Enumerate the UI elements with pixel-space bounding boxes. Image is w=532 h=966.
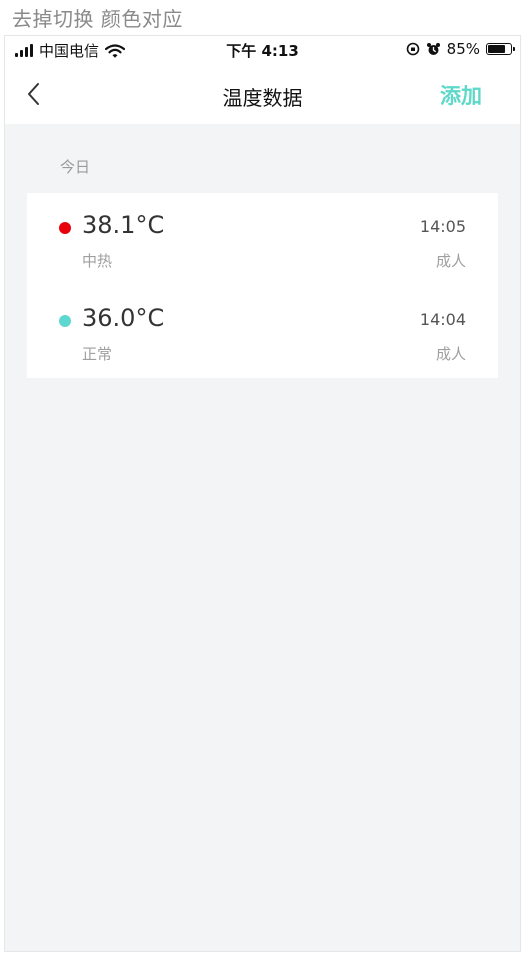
section-label-today: 今日 (60, 158, 91, 176)
record-item[interactable]: 36.0°C 14:04 正常 成人 (27, 286, 498, 376)
status-right: 85% (406, 40, 515, 58)
profile-type: 成人 (435, 345, 466, 363)
navigation-bar: 温度数据 添加 (5, 64, 520, 124)
record-time: 14:05 (419, 217, 466, 236)
status-dot (59, 222, 71, 234)
temperature-status: 正常 (82, 345, 113, 363)
battery-percent: 85% (446, 40, 480, 58)
records-card: 38.1°C 14:05 中热 成人 36.0°C 14:04 正常 成人 (27, 193, 498, 378)
alarm-icon (426, 42, 440, 55)
add-button[interactable]: 添加 (440, 80, 482, 110)
record-item[interactable]: 38.1°C 14:05 中热 成人 (27, 193, 498, 283)
temperature-status: 中热 (82, 252, 113, 270)
phone-screen: 中国电信 下午 4:13 85% 温度数据 添加 今日 38.1°C 14:05… (5, 36, 520, 951)
battery-icon (486, 43, 515, 55)
battery-level (488, 45, 505, 53)
temperature-value: 38.1°C (82, 211, 165, 239)
record-time: 14:04 (419, 310, 466, 329)
orientation-lock-icon (406, 42, 419, 56)
profile-type: 成人 (435, 252, 466, 270)
status-dot (59, 315, 71, 327)
status-bar: 中国电信 下午 4:13 85% (5, 36, 520, 64)
temperature-value: 36.0°C (82, 304, 165, 332)
annotation-note: 去掉切换 颜色对应 (12, 7, 183, 31)
